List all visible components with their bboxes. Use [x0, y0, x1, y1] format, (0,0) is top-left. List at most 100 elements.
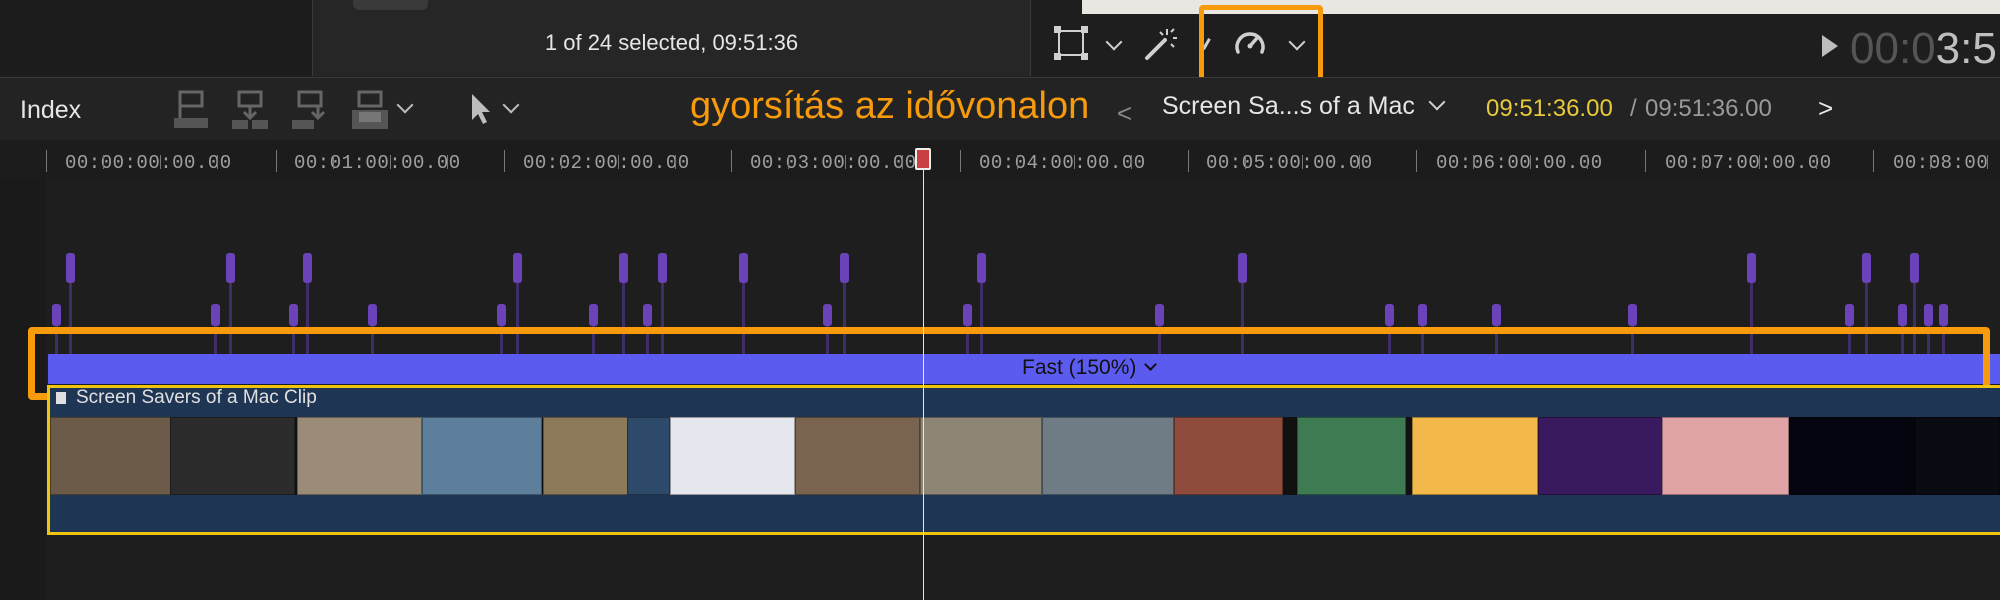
clip-marker[interactable] [1862, 253, 1871, 283]
filmstrip-thumbnail [422, 417, 542, 495]
insert-clip-icon[interactable] [230, 90, 270, 132]
timecode-separator: / [1630, 95, 1637, 122]
project-name-label: Screen Sa...s of a Mac [1162, 92, 1415, 120]
clip-marker[interactable] [1924, 304, 1933, 326]
clip-marker[interactable] [1155, 304, 1164, 326]
viewer-timecode: 00:03:5 [1850, 24, 1997, 74]
nav-back-button[interactable]: < [1117, 98, 1132, 129]
ruler-tick [675, 155, 676, 169]
browser-tab-stub[interactable] [353, 0, 428, 10]
annotation-label: gyorsítás az idővonalon [690, 85, 1090, 127]
clip-marker[interactable] [66, 253, 75, 283]
ruler-tick [845, 155, 846, 169]
browser-sidebar-panel [0, 0, 313, 76]
filmstrip-thumbnail [1042, 417, 1174, 495]
clip-marker[interactable] [52, 304, 61, 326]
nav-forward-button[interactable]: > [1818, 93, 1833, 124]
ruler-tick [1131, 155, 1132, 169]
ruler-label: 00:07:00:00.00 [1665, 152, 1832, 174]
index-button[interactable]: Index [20, 96, 81, 125]
timecode-current: 09:51:36.00 [1486, 95, 1613, 122]
ruler-tick [217, 155, 218, 169]
connect-clip-icon[interactable] [172, 90, 212, 132]
ruler-tick [960, 150, 961, 172]
clip-marker[interactable] [977, 253, 986, 283]
clip-marker[interactable] [643, 304, 652, 326]
clip-marker[interactable] [840, 253, 849, 283]
filmstrip-thumbnail [1412, 417, 1538, 495]
clip-marker[interactable] [1939, 304, 1948, 326]
select-tool-icon[interactable] [466, 90, 496, 130]
clip-marker[interactable] [739, 253, 748, 283]
filmstrip-thumbnail [795, 417, 920, 495]
selection-info: 1 of 24 selected, 09:51:36 [544, 30, 799, 55]
clip-marker[interactable] [823, 304, 832, 326]
append-clip-icon[interactable] [290, 90, 330, 132]
ruler-label: 00:04:00:00.00 [979, 152, 1146, 174]
filmstrip-thumbnail [920, 417, 1042, 495]
ruler-tick [618, 155, 619, 169]
clip-marker[interactable] [226, 253, 235, 283]
ruler-tick [504, 150, 505, 172]
clip-marker[interactable] [1747, 253, 1756, 283]
clip-marker[interactable] [303, 253, 312, 283]
clip-marker[interactable] [1492, 304, 1501, 326]
filmstrip-thumbnail [670, 417, 795, 495]
ruler-tick [1017, 155, 1018, 169]
clip-marker[interactable] [368, 304, 377, 326]
magic-wand-icon[interactable] [1143, 26, 1179, 62]
ruler-tick [333, 155, 334, 169]
ruler-tick [1302, 155, 1303, 169]
clip-marker[interactable] [589, 304, 598, 326]
ruler-tick [1816, 155, 1817, 169]
clip-marker[interactable] [513, 253, 522, 283]
ruler-tick [1873, 150, 1874, 172]
clip-marker[interactable] [658, 253, 667, 283]
ruler-label: 00:01:00:00.00 [294, 152, 461, 174]
filmstrip-thumbnail [1789, 417, 1915, 495]
ruler-tick [46, 150, 47, 172]
clip-marker[interactable] [1628, 304, 1637, 326]
filmstrip-thumbnail [297, 417, 422, 495]
clip-marker[interactable] [289, 304, 298, 326]
ruler-tick [1074, 155, 1075, 169]
playhead-line[interactable] [923, 148, 924, 600]
clip-marker[interactable] [1845, 304, 1854, 326]
clip-name: Screen Savers of a Mac Clip [76, 387, 317, 408]
overwrite-clip-icon[interactable] [350, 90, 390, 132]
ruler-label: 00:02:00:00.00 [523, 152, 690, 174]
clip-marker[interactable] [211, 304, 220, 326]
clip-marker[interactable] [1910, 253, 1919, 283]
clip-marker[interactable] [1418, 304, 1427, 326]
ruler-label: 00:03:00:00.00 [750, 152, 917, 174]
ruler-tick [160, 155, 161, 169]
clip-marker[interactable] [963, 304, 972, 326]
ruler-tick [276, 150, 277, 172]
clip-marker[interactable] [1898, 304, 1907, 326]
filmstrip-thumbnail [1915, 417, 2000, 495]
ruler-tick [1473, 155, 1474, 169]
play-icon[interactable] [1822, 35, 1838, 57]
ruler-tick [788, 155, 789, 169]
filmstrip-thumbnail [1297, 417, 1406, 495]
ruler-tick [1759, 155, 1760, 169]
transform-icon[interactable] [1054, 26, 1088, 60]
filmstrip-thumbnail [1538, 417, 1663, 495]
clip-marker[interactable] [1385, 304, 1394, 326]
clip-icon [56, 392, 66, 404]
project-name-dropdown[interactable]: Screen Sa...s of a Mac [1162, 92, 1446, 121]
ruler-tick [103, 155, 104, 169]
clip-marker[interactable] [497, 304, 506, 326]
ruler-tick [1359, 155, 1360, 169]
clip-marker[interactable] [1238, 253, 1247, 283]
ruler-tick [447, 155, 448, 169]
ruler-label: 00:06:00:00.00 [1436, 152, 1603, 174]
timecode-dim: 00:0 [1850, 24, 1936, 73]
ruler-label: 00:00:00:00.00 [65, 152, 232, 174]
ruler-tick [1530, 155, 1531, 169]
playhead[interactable] [915, 148, 931, 170]
ruler-tick [1416, 150, 1417, 172]
ruler-tick [561, 155, 562, 169]
ruler-tick [1702, 155, 1703, 169]
clip-marker[interactable] [619, 253, 628, 283]
